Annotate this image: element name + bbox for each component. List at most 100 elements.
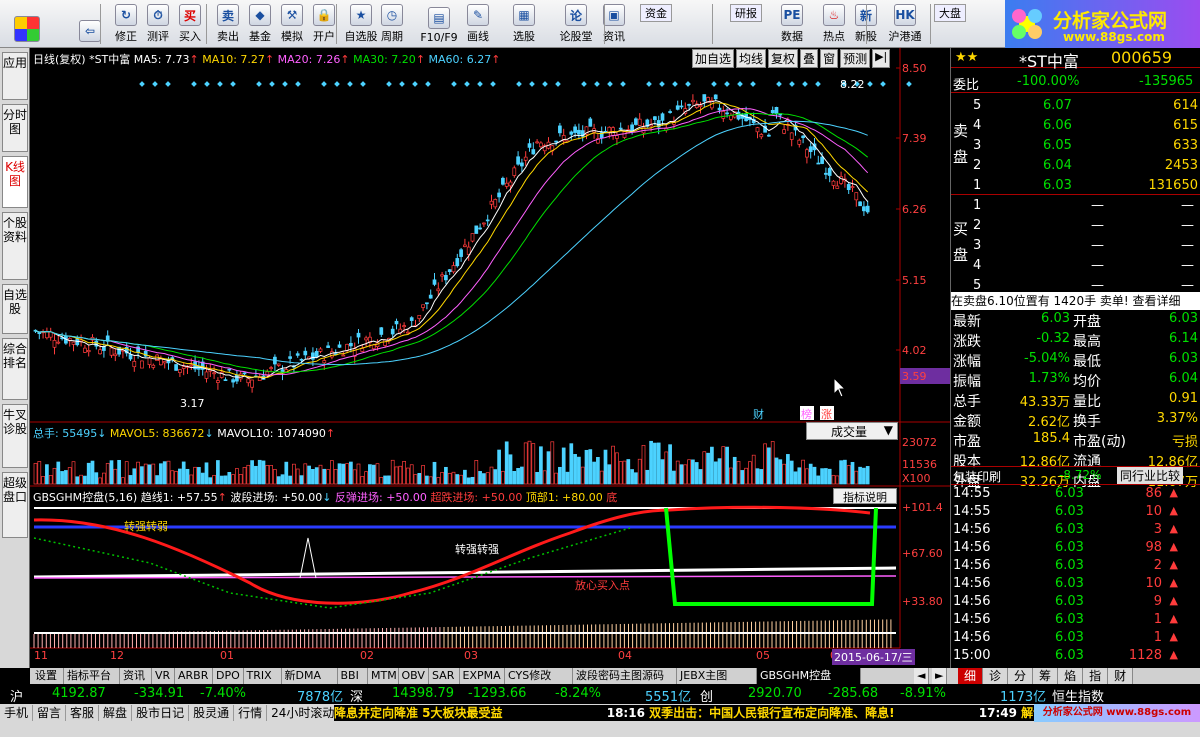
toolbar-back-button[interactable]: ⇦ — [74, 2, 106, 46]
sector-name[interactable]: 包装印刷 — [953, 468, 1001, 485]
toolbar-xuangu-button[interactable]: ▦ 选股 — [508, 2, 540, 46]
status-item-2[interactable]: 客服 — [66, 705, 100, 721]
status-item-5[interactable]: 股灵通 — [189, 705, 235, 721]
sell-price[interactable]: 6.07 — [1043, 98, 1072, 113]
toolbar-modify-label: 修正 — [115, 30, 137, 43]
kline-btn-2[interactable]: 复权 — [768, 49, 799, 68]
kline-btn-1[interactable]: 均线 — [736, 49, 767, 68]
buy-price[interactable]: — — [1091, 238, 1104, 253]
status-item-1[interactable]: 留言 — [33, 705, 67, 721]
volume-bar — [717, 458, 722, 485]
status-item-4[interactable]: 股市日记 — [132, 705, 190, 721]
indicator-tab-2[interactable]: 资讯 — [120, 668, 152, 684]
kline-btn-5[interactable]: 预测 — [840, 49, 871, 68]
left-tab-5[interactable]: 综合排名 — [2, 338, 28, 400]
order-notice[interactable]: 在卖盘6.10位置有 1420手 卖单! 查看详细 — [951, 292, 1200, 310]
toolbar-sell-button[interactable]: 卖卖出 — [212, 2, 244, 46]
sell-price[interactable]: 6.06 — [1043, 118, 1072, 133]
toolbar-zx-button[interactable]: ▣ 资讯 — [598, 2, 630, 46]
buy-price[interactable]: — — [1091, 278, 1104, 293]
toolbar-draw-button[interactable]: ✎ 画线 — [462, 2, 494, 46]
scroll-right-icon[interactable]: ► — [932, 668, 948, 684]
kline-btn-0[interactable]: 加自选 — [692, 49, 735, 68]
cy-percent: -8.91% — [900, 686, 946, 701]
toolbar-data-button[interactable]: PE 数据 — [776, 2, 808, 46]
quote-tab-6[interactable]: 财 — [1108, 668, 1134, 684]
left-tab-0[interactable]: 应用 — [2, 52, 28, 100]
indicator-tab-12[interactable]: EXPMA — [460, 668, 505, 684]
sell-price[interactable]: 6.04 — [1043, 158, 1072, 173]
indicator-tab-13[interactable]: CYS修改 — [505, 668, 573, 684]
quote-tab-0[interactable]: 细 — [958, 668, 984, 684]
candle — [428, 294, 433, 299]
sell-price[interactable]: 6.03 — [1043, 178, 1072, 193]
volume-header: 总手: 55495↓ MAVOL5: 836672↓ MAVOL10: 1074… — [33, 427, 336, 440]
quote-tab-5[interactable]: 指 — [1083, 668, 1109, 684]
buy-price[interactable]: — — [1091, 218, 1104, 233]
toolbar-lzt-button[interactable]: 论论股堂 — [555, 2, 597, 46]
toolbar-buy-button[interactable]: 买买入 — [174, 2, 206, 46]
toolbar-dapan-button[interactable]: 大盘 — [934, 2, 966, 24]
left-tab-4[interactable]: 自选股 — [2, 284, 28, 334]
volume-dropdown[interactable]: 成交量 ▼ — [806, 422, 898, 440]
status-item-7[interactable]: 24小时滚动 — [267, 705, 340, 721]
badge-2[interactable]: 涨 — [821, 408, 832, 421]
indicator-tab-16[interactable]: GBSGHM控盘 — [757, 668, 861, 684]
toolbar-yuce-button[interactable]: 预测 — [730, 24, 762, 66]
quote-tab-1[interactable]: 诊 — [983, 668, 1009, 684]
indicator-tab-11[interactable]: SAR — [429, 668, 460, 684]
play-icon[interactable]: ▶| — [872, 49, 891, 68]
toolbar-sim-button[interactable]: ⚒ 模拟 — [276, 2, 308, 46]
toolbar-modify-button[interactable]: ↻ 修正 — [110, 2, 142, 46]
kline-btn-3[interactable]: 叠 — [800, 49, 819, 68]
status-item-6[interactable]: 行情 — [234, 705, 268, 721]
indicator-tab-4[interactable]: ARBR — [175, 668, 213, 684]
toolbar-period-button[interactable]: ◷ 周期 — [376, 2, 408, 46]
indicator-tab-9[interactable]: MTM — [368, 668, 399, 684]
badge-0[interactable]: 财 — [753, 407, 764, 421]
quote-tab-4[interactable]: 焰 — [1058, 668, 1084, 684]
toolbar-fund-button[interactable]: ◆ 基金 — [244, 2, 276, 46]
compare-button[interactable]: 同行业比较 — [1117, 467, 1184, 484]
indicator-tab-10[interactable]: OBV — [399, 668, 429, 684]
chart-area: 8.50 7.39 6.26 5.15 4.02 3.59 8.22 3.17 财 榜涨 23072… — [30, 48, 950, 668]
indicator-tab-15[interactable]: JEBX主图 — [677, 668, 757, 684]
indicator-tab-8[interactable]: BBI — [338, 668, 368, 684]
toolbar-test-button[interactable]: ⏱ 测评 — [142, 2, 174, 46]
status-item-0[interactable]: 手机 — [0, 705, 34, 721]
toolbar-f10-button[interactable]: ▤ F10/F9 — [418, 2, 460, 46]
quote-tab-2[interactable]: 分 — [1008, 668, 1034, 684]
left-tab-3[interactable]: 个股资料 — [2, 212, 28, 280]
left-tab-7[interactable]: 超级盘口 — [2, 472, 28, 538]
indicator-tab-1[interactable]: 指标平台 — [64, 668, 120, 684]
news-2[interactable]: 双季出击：中国人民银行宣布定向降准、降息! — [649, 706, 894, 720]
buy-price[interactable]: — — [1091, 258, 1104, 273]
left-tab-1[interactable]: 分时图 — [2, 104, 28, 152]
buy-price[interactable]: — — [1091, 198, 1104, 213]
indicator-tab-0[interactable]: 设置 — [32, 668, 64, 684]
indicator-tab-5[interactable]: DPO — [213, 668, 244, 684]
kline-chart[interactable]: 8.50 7.39 6.26 5.15 4.02 3.59 8.22 3.17 财 榜涨 23072… — [30, 48, 950, 668]
news-1[interactable]: 降息并定向降准 5大板块最受益 — [334, 706, 503, 720]
indicator-help-button[interactable]: 指标说明 — [833, 488, 897, 504]
indicator-tab-7[interactable]: 新DMA — [282, 668, 338, 684]
app-logo-icon[interactable] — [10, 2, 44, 46]
star-icon[interactable]: ★★ — [955, 50, 978, 65]
toolbar-hgt-button[interactable]: HK 沪港通 — [884, 2, 926, 46]
toolbar-yanbao-button[interactable]: 研报 — [730, 2, 762, 24]
scroll-left-icon[interactable]: ◄ — [914, 668, 930, 684]
quote-tab-3[interactable]: 筹 — [1033, 668, 1059, 684]
indicator-tab-3[interactable]: VR — [152, 668, 175, 684]
toolbar-gegu-button[interactable]: 个股 — [934, 24, 966, 66]
badge-1[interactable]: 榜 — [801, 407, 812, 421]
left-tab-2[interactable]: K线图 — [2, 156, 28, 208]
indicator-tab-14[interactable]: 波段密码主图源码 — [573, 668, 677, 684]
volume-tick: X100 — [902, 472, 931, 485]
toolbar-hot-button[interactable]: ♨ 热点 — [818, 2, 850, 46]
status-item-3[interactable]: 解盘 — [99, 705, 133, 721]
kline-btn-4[interactable]: 窗 — [820, 49, 839, 68]
sell-price[interactable]: 6.05 — [1043, 138, 1072, 153]
left-tab-6[interactable]: 牛叉诊股 — [2, 404, 28, 468]
indicator-tab-6[interactable]: TRIX — [244, 668, 282, 684]
toolbar-zijin-button[interactable]: 资金 — [640, 2, 672, 24]
